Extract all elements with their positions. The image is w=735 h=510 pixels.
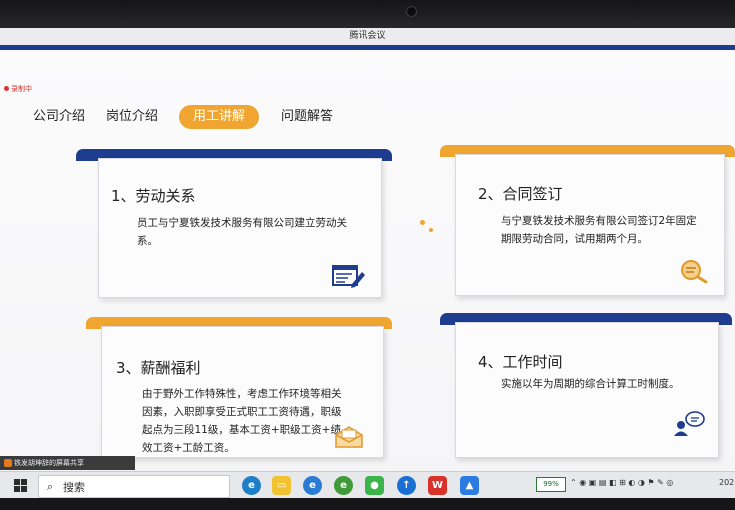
search-icon: ⌕ bbox=[47, 480, 54, 493]
envelope-icon bbox=[335, 426, 363, 448]
taskbar-search[interactable]: ⌕ 搜索 bbox=[38, 475, 230, 498]
webcam bbox=[406, 6, 417, 17]
card-4-title: 4、工作时间 bbox=[478, 353, 563, 371]
document-search-icon bbox=[681, 260, 708, 283]
card-2-body: 与宁夏铁发技术服务有限公司签订2年固定期限劳动合同，试用期两个月。 bbox=[501, 215, 697, 245]
card-3-body: 由于野外工作特殊性，考虑工作环境等相关因素，入职即享受正式职工工资待遇，职级起点… bbox=[142, 388, 342, 454]
recording-label: 录制中 bbox=[11, 85, 32, 93]
card-1-body: 员工与宁夏铁发技术服务有限公司建立劳动关系。 bbox=[137, 217, 347, 247]
screen: 腾讯会议 录制中 公司介绍 岗位介绍 用工讲解 问题解答 1、劳动关系 员工与宁… bbox=[0, 28, 735, 498]
card-contract: 2、合同签订 与宁夏铁发技术服务有限公司签订2年固定期限劳动合同，试用期两个月。 bbox=[455, 154, 725, 296]
form-edit-icon bbox=[332, 265, 365, 288]
record-icon bbox=[4, 86, 9, 91]
taskbar: ⌕ 搜索 e ▭ e e ● ↑ W ▲ 99% ⌃ ◉ ▣ ▤ ◧ ⊞ ◐ ◑… bbox=[0, 471, 735, 498]
browser-icon[interactable]: e bbox=[334, 476, 353, 495]
system-tray-icons[interactable]: ⌃ ◉ ▣ ▤ ◧ ⊞ ◐ ◑ ⚑ ✎ ◎ bbox=[570, 478, 673, 487]
ie-icon[interactable]: e bbox=[303, 476, 322, 495]
card-3-title: 3、薪酬福利 bbox=[116, 359, 201, 377]
search-placeholder: 搜索 bbox=[63, 481, 85, 494]
chat-person-icon bbox=[674, 411, 705, 436]
arrow-app-icon[interactable]: ↑ bbox=[397, 476, 416, 495]
windows-start-icon[interactable] bbox=[14, 479, 27, 492]
folder-icon[interactable]: ▭ bbox=[272, 476, 291, 495]
card-4-body: 实施以年为周期的综合计算工时制度。 bbox=[501, 378, 680, 390]
wps-icon[interactable]: W bbox=[428, 476, 447, 495]
card-compensation: 3、薪酬福利 由于野外工作特殊性，考虑工作环境等相关因素，入职即享受正式职工工资… bbox=[101, 326, 384, 458]
window-title: 腾讯会议 bbox=[0, 28, 735, 45]
card-1-title: 1、劳动关系 bbox=[111, 187, 196, 205]
share-icon bbox=[4, 459, 12, 467]
tab-position-intro[interactable]: 岗位介绍 bbox=[106, 105, 158, 129]
tab-company-intro[interactable]: 公司介绍 bbox=[33, 105, 85, 129]
wechat-icon[interactable]: ● bbox=[365, 476, 384, 495]
share-label: 铁发胡坤辞的屏幕共享 bbox=[14, 459, 84, 467]
tab-qa[interactable]: 问题解答 bbox=[281, 105, 333, 129]
tab-employment-explain[interactable]: 用工讲解 bbox=[179, 105, 260, 129]
card-work-hours: 4、工作时间 实施以年为周期的综合计算工时制度。 bbox=[455, 322, 719, 458]
clock[interactable]: 202 bbox=[719, 478, 734, 487]
card-labor-relation: 1、劳动关系 员工与宁夏铁发技术服务有限公司建立劳动关系。 bbox=[98, 158, 382, 298]
card-2-title: 2、合同签订 bbox=[478, 185, 563, 203]
screen-share-indicator[interactable]: 铁发胡坤辞的屏幕共享 bbox=[0, 456, 135, 470]
recording-indicator: 录制中 bbox=[4, 84, 32, 94]
battery-indicator[interactable]: 99% bbox=[536, 477, 566, 492]
monitor-bezel-top bbox=[0, 0, 735, 30]
monitor-bezel-bottom bbox=[0, 498, 735, 510]
edge-icon[interactable]: e bbox=[242, 476, 261, 495]
meeting-icon[interactable]: ▲ bbox=[460, 476, 479, 495]
